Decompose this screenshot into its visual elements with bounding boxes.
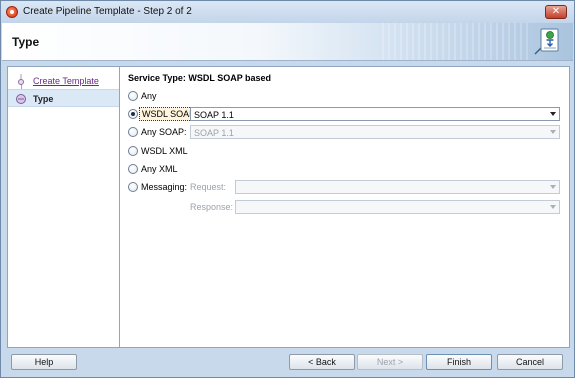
header-decoration — [382, 23, 532, 60]
wsdl-soap-version-value: SOAP 1.1 — [194, 110, 234, 120]
steps-panel: Create Template Type — [7, 66, 120, 348]
step-completed-icon — [18, 74, 24, 85]
wizard-document-icon — [534, 28, 559, 55]
option-wsdl-xml-label[interactable]: WSDL XML — [141, 146, 188, 156]
next-button: Next > — [357, 354, 423, 370]
wizard-header: Type — [2, 23, 573, 61]
option-any-soap-label[interactable]: Any SOAP: — [141, 127, 187, 137]
chevron-down-icon — [550, 205, 556, 209]
radio-any-soap[interactable] — [128, 127, 138, 137]
finish-button[interactable]: Finish — [426, 354, 492, 370]
option-any-label[interactable]: Any — [141, 91, 157, 101]
chevron-down-icon — [550, 130, 556, 134]
cancel-button[interactable]: Cancel — [497, 354, 563, 370]
wsdl-soap-version-select[interactable]: SOAP 1.1 — [190, 107, 560, 121]
help-button[interactable]: Help — [11, 354, 77, 370]
request-select — [235, 180, 560, 194]
radio-any-xml[interactable] — [128, 164, 138, 174]
close-button[interactable]: ✕ — [545, 5, 567, 19]
request-label: Request: — [190, 182, 227, 192]
back-button[interactable]: < Back — [289, 354, 355, 370]
step-create-template-label[interactable]: Create Template — [33, 76, 99, 86]
radio-messaging[interactable] — [128, 182, 138, 192]
chevron-down-icon — [550, 185, 556, 189]
radio-wsdl-soap[interactable] — [128, 109, 138, 119]
option-any-xml-label[interactable]: Any XML — [141, 164, 178, 174]
page-title: Type — [12, 35, 40, 49]
step-type[interactable]: Type — [8, 89, 119, 107]
step-create-template[interactable]: Create Template — [8, 72, 119, 90]
content-panel: Service Type: WSDL SOAP based Any WSDL S… — [120, 66, 570, 348]
window-title: Create Pipeline Template - Step 2 of 2 — [23, 6, 192, 17]
radio-any[interactable] — [128, 91, 138, 101]
chevron-down-icon[interactable] — [550, 112, 556, 116]
any-soap-version-value: SOAP 1.1 — [194, 128, 234, 138]
any-soap-version-select: SOAP 1.1 — [190, 125, 560, 139]
step-current-icon — [16, 94, 26, 104]
response-select — [235, 200, 560, 214]
app-logo-icon — [6, 6, 18, 18]
option-messaging-label[interactable]: Messaging: — [141, 182, 187, 192]
radio-wsdl-xml[interactable] — [128, 146, 138, 156]
dialog-window: Create Pipeline Template - Step 2 of 2 ✕… — [0, 0, 575, 378]
response-label: Response: — [190, 202, 234, 212]
title-bar: Create Pipeline Template - Step 2 of 2 ✕ — [1, 1, 574, 23]
step-type-label: Type — [33, 94, 54, 104]
service-type-heading: Service Type: WSDL SOAP based — [128, 73, 272, 83]
